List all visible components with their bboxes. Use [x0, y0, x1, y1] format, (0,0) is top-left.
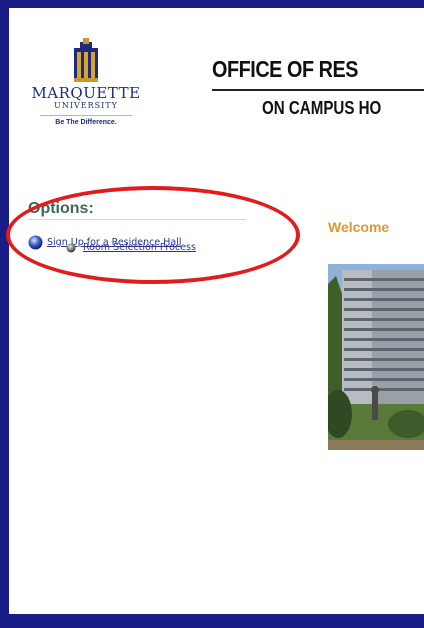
title-divider: [212, 89, 424, 91]
annotation-circle: [6, 186, 300, 284]
logo-tagline: Be The Difference.: [55, 119, 117, 126]
page-title: OFFICE OF RES: [212, 56, 359, 82]
logo-name: MARQUETTE: [31, 84, 141, 102]
marquette-logo[interactable]: MARQUETTE UNIVERSITY Be The Difference.: [26, 38, 146, 128]
page-subtitle: ON CAMPUS HO: [262, 98, 382, 118]
welcome-heading: Welcome: [328, 219, 390, 235]
tower-logo-icon: [74, 38, 98, 82]
logo-divider: [40, 115, 132, 116]
residence-hall-photo: [328, 264, 424, 450]
logo-university: UNIVERSITY: [54, 101, 118, 110]
